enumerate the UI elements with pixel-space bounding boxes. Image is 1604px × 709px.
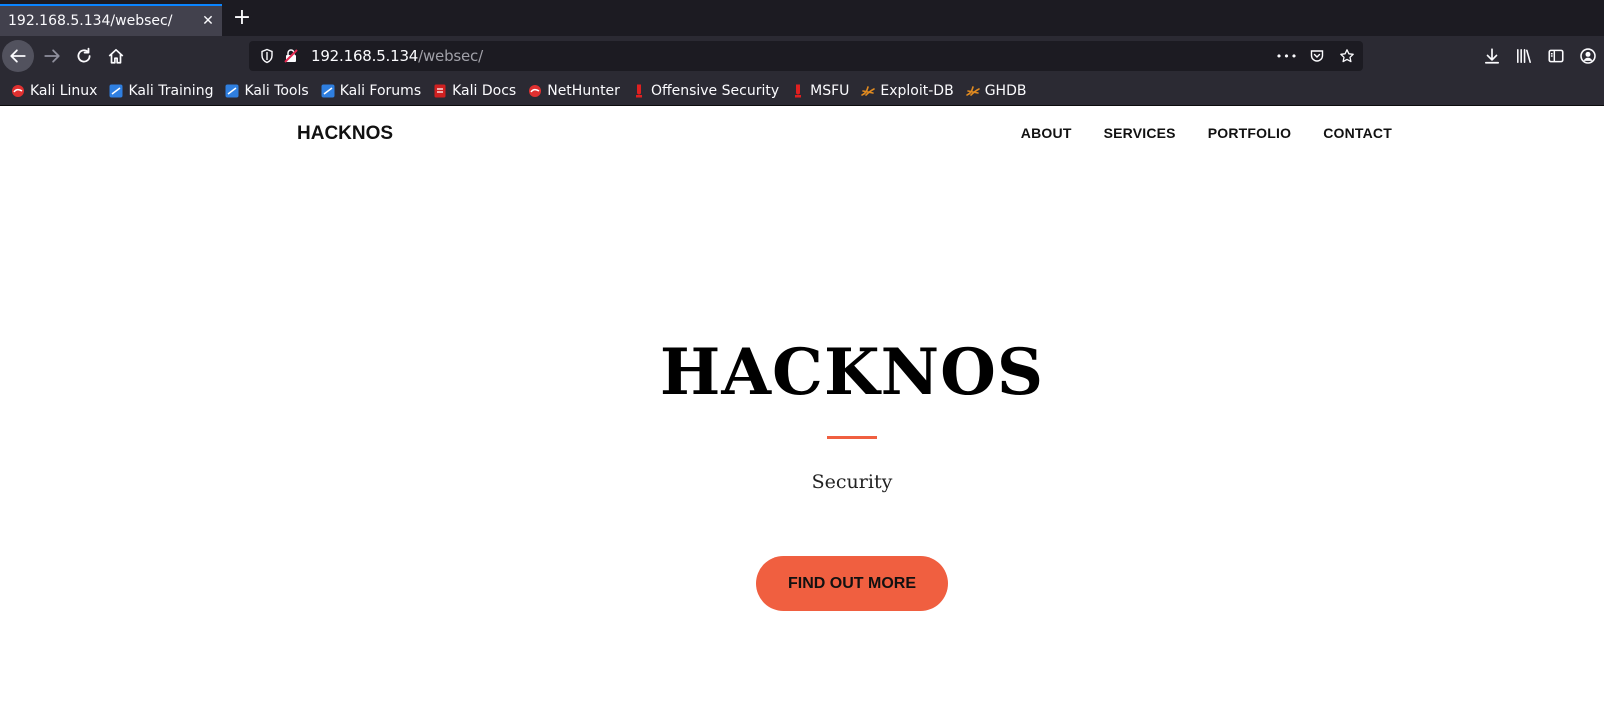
hero-subtitle: Security (811, 471, 893, 493)
bookmark-item[interactable]: Kali Forums (320, 83, 421, 99)
site-brand[interactable]: HACKNOS (297, 123, 393, 145)
bookmark-item[interactable]: Exploit-DB (860, 82, 954, 99)
bookmark-label: Kali Training (128, 82, 214, 99)
ghdb-icon (965, 83, 981, 99)
home-button[interactable] (100, 40, 132, 72)
new-tab-icon[interactable]: + (230, 6, 254, 30)
library-icon[interactable] (1514, 44, 1534, 68)
home-icon (108, 48, 124, 64)
tab-close-icon[interactable]: ✕ (194, 13, 222, 29)
url-path: /websec/ (418, 47, 483, 65)
find-out-more-button[interactable]: FIND OUT MORE (756, 556, 948, 611)
reload-icon (77, 47, 91, 63)
bookmark-label: MSFU (810, 82, 850, 99)
address-bar[interactable]: 192.168.5.134/websec/ ••• (249, 41, 1363, 71)
bookmark-label: Offensive Security (650, 82, 780, 99)
bookmark-label: Kali Forums (339, 82, 422, 99)
bookmark-label: GHDB (984, 82, 1027, 99)
pocket-icon[interactable] (1307, 46, 1327, 66)
web-page: HACKNOS ABOUT SERVICES PORTFOLIO CONTACT… (0, 107, 1604, 709)
bookmark-item[interactable]: GHDB (965, 82, 1027, 99)
bookmark-item[interactable]: Offensive Security (631, 83, 779, 99)
insecure-connection-lock-icon[interactable] (281, 46, 301, 66)
kali-training-icon (108, 83, 124, 99)
exploitdb-icon (860, 83, 876, 99)
browser-tab-active[interactable]: 192.168.5.134/websec/ ✕ (0, 4, 222, 36)
nethunter-icon (527, 83, 543, 99)
kali-forums-icon (320, 83, 336, 99)
url-host: 192.168.5.134 (311, 47, 419, 65)
url-text[interactable]: 192.168.5.134/websec/ (311, 47, 483, 65)
reload-button[interactable] (68, 40, 100, 72)
menu-link-contact[interactable]: CONTACT (1323, 125, 1392, 141)
tab-title: 192.168.5.134/websec/ (8, 13, 173, 29)
bookmark-item[interactable]: Kali Training (108, 83, 213, 99)
tracking-protection-shield-icon[interactable] (257, 46, 277, 66)
bookmark-item[interactable]: MSFU (790, 83, 849, 99)
menu-link-about[interactable]: ABOUT (1021, 125, 1072, 141)
bookmark-label: NetHunter (547, 82, 620, 99)
menu-link-services[interactable]: SERVICES (1104, 125, 1176, 141)
sidebar-icon[interactable] (1546, 44, 1566, 68)
bookmark-label: Kali Tools (244, 82, 309, 99)
bookmark-label: Kali Linux (30, 82, 98, 99)
kali-tools-icon (224, 83, 240, 99)
offsec-icon (631, 83, 647, 99)
page-actions-more-icon[interactable]: ••• (1276, 46, 1297, 66)
site-navbar: HACKNOS ABOUT SERVICES PORTFOLIO CONTACT (0, 107, 1604, 159)
bookmark-item[interactable]: NetHunter (527, 83, 620, 99)
msfu-icon (790, 83, 806, 99)
back-button[interactable] (2, 40, 34, 72)
toolbar-right-group (1482, 44, 1604, 68)
bookmark-item[interactable]: Kali Tools (224, 82, 309, 99)
navigation-toolbar: 192.168.5.134/websec/ ••• (0, 36, 1604, 76)
bookmark-label: Kali Docs (452, 82, 517, 99)
tab-strip: 192.168.5.134/websec/ ✕ + (0, 0, 1604, 36)
site-menu: ABOUT SERVICES PORTFOLIO CONTACT (1021, 125, 1392, 141)
bookmark-item[interactable]: Kali Docs (432, 83, 516, 99)
kali-docs-icon (432, 83, 448, 99)
hero-title: HACKNOS (659, 335, 1045, 410)
bookmark-item[interactable]: Kali Linux (10, 83, 97, 99)
menu-link-portfolio[interactable]: PORTFOLIO (1208, 125, 1291, 141)
account-icon[interactable] (1578, 44, 1598, 68)
back-arrow-icon (10, 49, 26, 63)
forward-arrow-icon (44, 49, 60, 63)
hero-divider (827, 436, 877, 439)
bookmarks-toolbar: Kali Linux Kali Training Kali Tools Kali Fo… (0, 76, 1604, 106)
forward-button[interactable] (36, 40, 68, 72)
bookmark-label: Exploit-DB (880, 82, 954, 99)
kali-dragon-icon (10, 83, 26, 99)
bookmark-star-icon[interactable] (1337, 46, 1357, 66)
downloads-icon[interactable] (1482, 44, 1502, 68)
